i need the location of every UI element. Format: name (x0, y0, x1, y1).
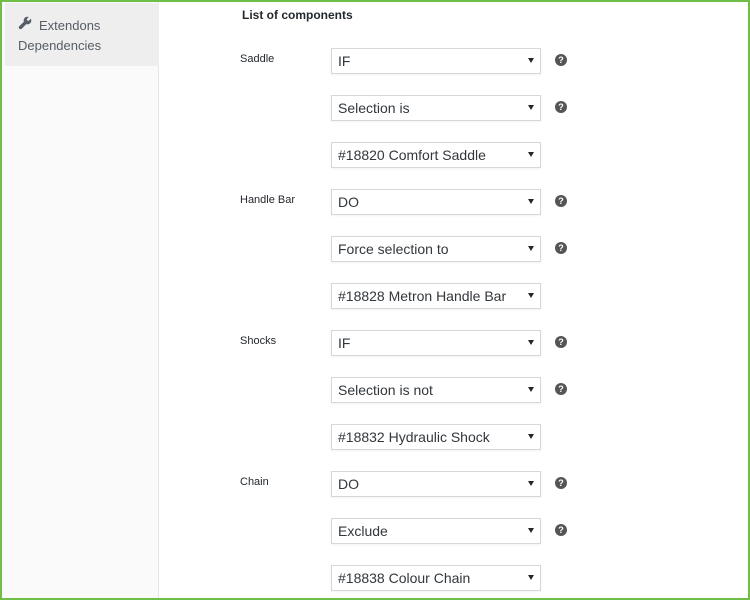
component-label-saddle: Saddle (240, 53, 275, 65)
component-label-handle-bar: Handle Bar (240, 194, 296, 206)
rule-select-chain[interactable]: Exclude (331, 518, 541, 544)
select-value: DO (338, 194, 359, 210)
sidebar: Extendons Dependencies (2, 2, 159, 598)
select-value: DO (338, 476, 359, 492)
chevron-down-icon (528, 528, 534, 533)
chevron-down-icon (528, 340, 534, 345)
select-value: #18828 Metron Handle Bar (338, 288, 507, 304)
chevron-down-icon (528, 434, 534, 439)
help-icon[interactable]: ? (555, 477, 567, 489)
chevron-down-icon (528, 105, 534, 110)
rule-select-handle-bar[interactable]: Force selection to (331, 236, 541, 262)
select-value: #18838 Colour Chain (338, 570, 471, 586)
chevron-down-icon (528, 575, 534, 580)
rule-select-saddle[interactable]: Selection is (331, 95, 541, 121)
component-label-shocks: Shocks (240, 335, 277, 347)
help-icon[interactable]: ? (555, 383, 567, 395)
chevron-down-icon (528, 152, 534, 157)
select-value: Force selection to (338, 241, 449, 257)
help-icon[interactable]: ? (555, 195, 567, 207)
product-select-shocks[interactable]: #18832 Hydraulic Shock (331, 424, 541, 450)
condition-select-chain[interactable]: DO (331, 471, 541, 497)
sidebar-item-label: Extendons Dependencies (18, 18, 102, 53)
select-value: IF (338, 335, 351, 351)
product-select-handle-bar[interactable]: #18828 Metron Handle Bar (331, 283, 541, 309)
select-value: #18820 Comfort Saddle (338, 147, 486, 163)
chevron-down-icon (528, 199, 534, 204)
chevron-down-icon (528, 246, 534, 251)
chevron-down-icon (528, 481, 534, 486)
component-label-chain: Chain (240, 476, 269, 488)
wrench-icon (18, 16, 32, 30)
chevron-down-icon (528, 58, 534, 63)
rule-select-shocks[interactable]: Selection is not (331, 377, 541, 403)
help-icon[interactable]: ? (555, 524, 567, 536)
help-icon[interactable]: ? (555, 336, 567, 348)
main-content: List of components Saddle IF ? Selection… (159, 2, 748, 598)
page-title: List of components (242, 8, 353, 22)
select-value: Exclude (338, 523, 388, 539)
chevron-down-icon (528, 387, 534, 392)
product-select-chain[interactable]: #18838 Colour Chain (331, 565, 541, 591)
select-value: Selection is not (338, 382, 433, 398)
select-value: Selection is (338, 100, 410, 116)
help-icon[interactable]: ? (555, 54, 567, 66)
select-value: #18832 Hydraulic Shock (338, 429, 490, 445)
select-value: IF (338, 53, 351, 69)
help-icon[interactable]: ? (555, 101, 567, 113)
chevron-down-icon (528, 293, 534, 298)
condition-select-shocks[interactable]: IF (331, 330, 541, 356)
sidebar-item-extendons-dependencies[interactable]: Extendons Dependencies (5, 3, 159, 66)
help-icon[interactable]: ? (555, 242, 567, 254)
condition-select-handle-bar[interactable]: DO (331, 189, 541, 215)
condition-select-saddle[interactable]: IF (331, 48, 541, 74)
product-select-saddle[interactable]: #18820 Comfort Saddle (331, 142, 541, 168)
